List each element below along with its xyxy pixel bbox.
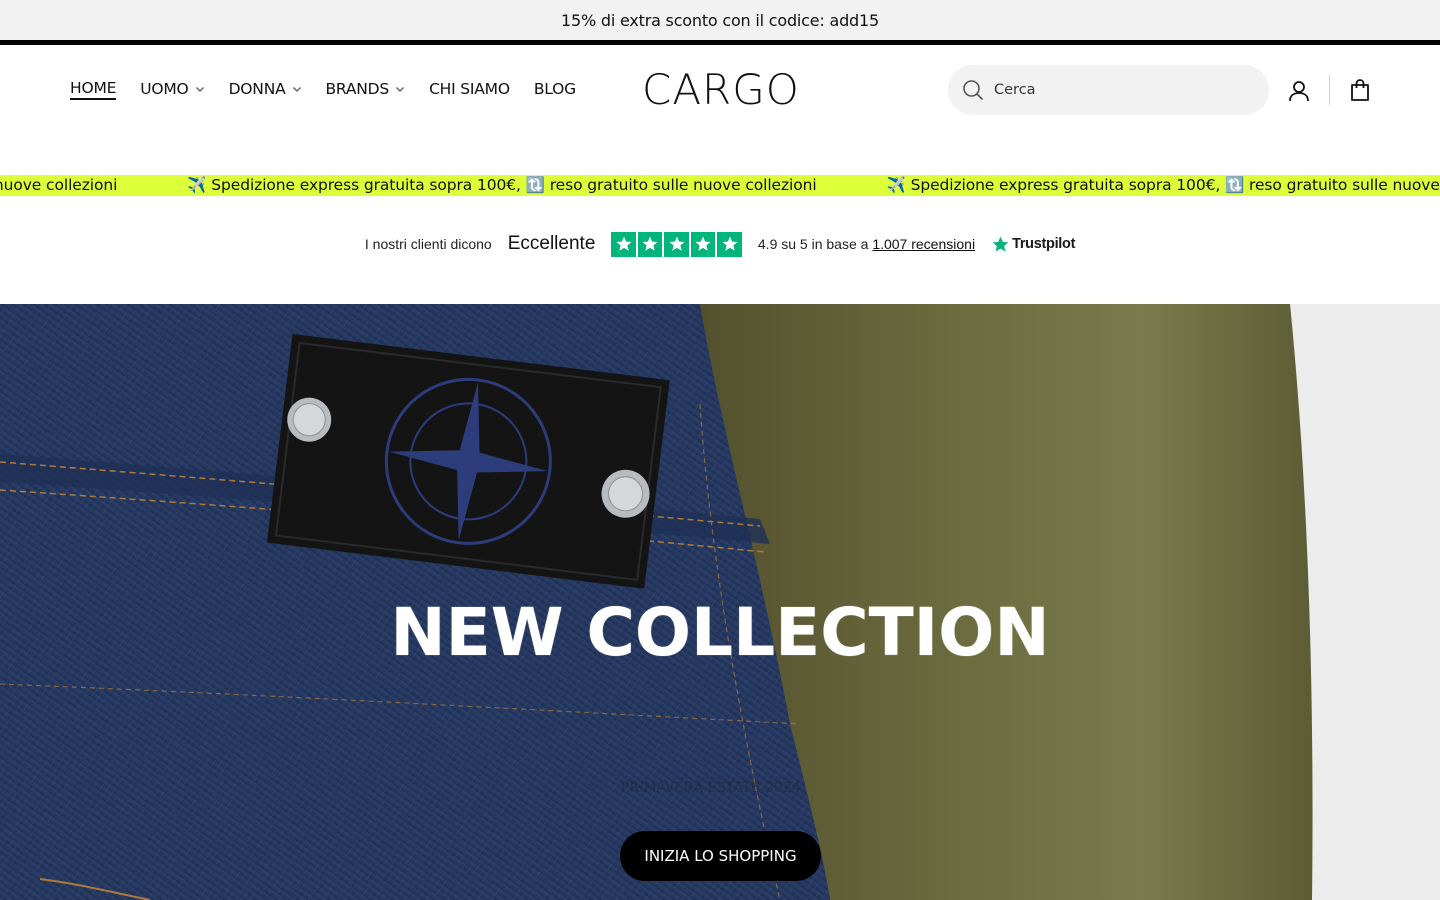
site-header: HOME UOMO DONNA BRANDS CHI SIAMO BLOG CA… [0, 45, 1440, 135]
nav-item-label: UOMO [140, 80, 189, 98]
nav-item-label: CHI SIAMO [429, 80, 510, 98]
trustpilot-logo-text: Trustpilot [1012, 236, 1076, 253]
chevron-down-icon [195, 86, 204, 93]
hero-banner: NEW COLLECTION PRIMAVERA ESTATE 2024 INI… [0, 304, 1440, 900]
trustpilot-rating-label: Eccellente [507, 233, 596, 255]
promo-ticker: ✈️ Spedizione express gratuita sopra 100… [0, 175, 1440, 196]
announcement-text: 15% di extra sconto con il codice: add15 [561, 10, 879, 30]
site-logo[interactable]: CARGO [642, 65, 800, 114]
star-icon [717, 232, 742, 257]
star-icon [611, 232, 636, 257]
hero-subtitle: PRIMAVERA ESTATE 2024 [621, 780, 802, 796]
trustpilot-score-text: 4.9 su 5 in base a [757, 236, 869, 253]
nav-item-brands[interactable]: BRANDS [326, 69, 406, 109]
trustpilot-intro: I nostri clienti dicono [364, 236, 492, 253]
nav-item-home[interactable]: HOME [70, 69, 116, 109]
nav-item-label: DONNA [228, 80, 286, 98]
ticker-message: ✈️ Spedizione express gratuita sopra 100… [187, 176, 817, 194]
nav-item-label: HOME [70, 79, 116, 100]
account-icon[interactable] [1287, 79, 1311, 103]
trustpilot-logo[interactable]: Trustpilot [991, 235, 1075, 254]
trustpilot-reviews-link[interactable]: 1.007 recensioni [872, 236, 975, 252]
main-nav: HOME UOMO DONNA BRANDS CHI SIAMO BLOG [70, 69, 576, 109]
nav-item-uomo[interactable]: UOMO [140, 69, 204, 109]
search-input[interactable] [994, 82, 1234, 98]
chevron-down-icon [292, 86, 301, 93]
trustpilot-star-icon [992, 236, 1009, 252]
trustpilot-stars [611, 232, 742, 257]
nav-item-label: BRANDS [325, 80, 390, 98]
star-icon [690, 232, 716, 257]
trustpilot-widget[interactable]: I nostri clienti dicono Eccellente 4.9 s… [0, 232, 1440, 257]
nav-item-blog[interactable]: BLOG [534, 69, 576, 109]
nav-item-chi-siamo[interactable]: CHI SIAMO [429, 69, 510, 109]
cart-icon[interactable] [1348, 78, 1372, 102]
search-icon [963, 80, 983, 100]
announcement-bar: 15% di extra sconto con il codice: add15 [0, 0, 1440, 40]
nav-item-label: BLOG [533, 80, 576, 98]
search-bar[interactable] [948, 65, 1269, 115]
ticker-track: ✈️ Spedizione express gratuita sopra 100… [0, 175, 1440, 196]
chevron-down-icon [396, 86, 405, 93]
header-divider [1329, 75, 1330, 105]
hero-title: NEW COLLECTION [390, 594, 1050, 671]
star-icon [637, 232, 663, 257]
star-icon [664, 232, 689, 257]
ticker-message: ✈️ Spedizione express gratuita sopra 100… [0, 176, 118, 194]
nav-item-donna[interactable]: DONNA [229, 69, 302, 109]
ticker-message: ✈️ Spedizione express gratuita sopra 100… [886, 176, 1440, 194]
start-shopping-button[interactable]: INIZIA LO SHOPPING [620, 831, 821, 881]
trustpilot-score: 4.9 su 5 in base a 1.007 recensioni [758, 236, 975, 252]
